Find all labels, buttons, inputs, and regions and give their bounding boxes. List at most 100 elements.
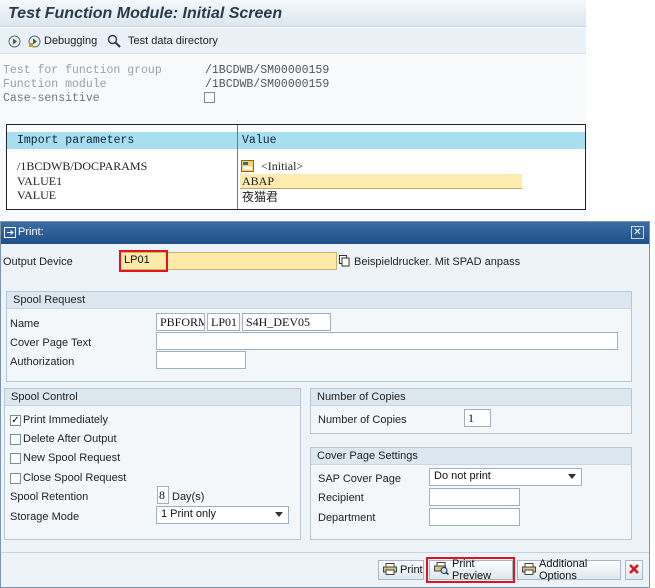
test-data-directory-label: Test data directory (128, 35, 218, 47)
sap-cover-page-label: SAP Cover Page (318, 473, 401, 485)
dialog-title-bar: Print: ✕ (1, 222, 649, 244)
spool-retention-unit: Day(s) (172, 491, 205, 503)
new-spool-request-label: New Spool Request (23, 452, 121, 464)
param-name: VALUE1 (17, 174, 63, 188)
name-part-input[interactable]: S4H_DEV05 (242, 313, 331, 331)
name-part-value: S4H_DEV05 (246, 315, 311, 329)
storage-mode-select[interactable]: 1 Print only (156, 506, 289, 524)
group-header: Number of Copies (311, 389, 631, 406)
structure-icon[interactable] (241, 160, 254, 172)
close-spool-request-label: Close Spool Request (23, 472, 127, 484)
cancel-button[interactable] (625, 560, 643, 580)
authorization-label: Authorization (10, 356, 75, 368)
output-device-description: Beispieldrucker. Mit SPAD anpass (354, 256, 521, 268)
output-device-highlight (119, 250, 168, 272)
name-part-input[interactable]: LP01 (207, 313, 240, 331)
name-part-value: PBFORM (160, 315, 205, 329)
sap-cover-page-value: Do not print (434, 470, 491, 482)
copies-input[interactable]: 1 (464, 409, 491, 427)
column-header-import: Import parameters (17, 134, 135, 147)
cover-page-settings-header: Cover Page Settings (317, 450, 418, 462)
window-title-bar: Test Function Module: Initial Screen (0, 0, 586, 27)
cancel-icon (628, 563, 640, 578)
function-module-label: Function module (3, 78, 107, 91)
debug-icon (27, 34, 41, 48)
dialog-close-button[interactable]: ✕ (631, 226, 644, 239)
new-spool-request-checkbox[interactable] (10, 453, 21, 464)
close-icon: ✕ (633, 227, 642, 238)
magnifier-icon (107, 34, 121, 48)
footer-divider (1, 552, 649, 553)
storage-mode-value: 1 Print only (161, 508, 217, 520)
dialog-title: Print: (18, 226, 44, 238)
window-title: Test Function Module: Initial Screen (8, 5, 283, 22)
print-preview-highlight (426, 557, 515, 583)
cover-page-settings-group: Cover Page Settings SAP Cover Page Do no… (310, 447, 632, 540)
additional-options-button-label: Additional Options (539, 558, 588, 582)
spool-retention-label: Spool Retention (10, 491, 89, 503)
param-name: /1BCDWB/DOCPARAMS (17, 159, 148, 173)
name-label: Name (10, 318, 40, 330)
recipient-input[interactable] (429, 488, 520, 506)
options-printer-icon (522, 562, 536, 578)
column-divider (237, 125, 238, 209)
spool-control-group: Spool Control ✓ Print Immediately Delete… (4, 388, 301, 540)
column-header-value: Value (242, 134, 277, 147)
output-device-label: Output Device (3, 256, 73, 268)
param-name: VALUE (17, 188, 57, 202)
spool-request-group: Spool Request Name PBFORM LP01 S4H_DEV05… (6, 291, 632, 382)
execute-button[interactable] (7, 34, 21, 48)
test-data-directory-button[interactable]: Test data directory (107, 34, 218, 48)
param-value: ABAP (242, 174, 275, 188)
print-button[interactable]: Print (378, 560, 424, 580)
debugging-label: Debugging (44, 35, 98, 47)
spool-request-header: Spool Request (13, 294, 86, 306)
case-sensitive-label: Case-sensitive (3, 92, 100, 105)
copies-label: Number of Copies (318, 414, 407, 426)
function-group-value: /1BCDWB/SM00000159 (205, 64, 330, 77)
group-header: Cover Page Settings (311, 448, 631, 465)
param-value: <Initial> (261, 159, 304, 173)
recipient-label: Recipient (318, 492, 364, 504)
case-sensitive-checkbox[interactable] (204, 92, 215, 103)
function-module-value: /1BCDWB/SM00000159 (205, 78, 330, 91)
dropdown-arrow-icon (568, 474, 576, 479)
authorization-input[interactable] (156, 351, 246, 369)
spool-control-header: Spool Control (11, 391, 78, 403)
storage-mode-label: Storage Mode (10, 511, 80, 523)
printer-icon (383, 562, 397, 578)
table-header: Import parameters Value (7, 132, 585, 149)
delete-after-output-label: Delete After Output (23, 433, 117, 445)
print-dialog-icon (4, 227, 16, 241)
cover-page-text-input[interactable] (156, 332, 618, 350)
debugging-button[interactable]: Debugging (27, 34, 97, 48)
copies-header: Number of Copies (317, 391, 406, 403)
delete-after-output-checkbox[interactable] (10, 434, 21, 445)
print-immediately-checkbox[interactable]: ✓ (10, 415, 21, 426)
group-header: Spool Control (5, 389, 300, 406)
spool-retention-value: 8 (159, 488, 165, 502)
print-immediately-label: Print Immediately (23, 414, 108, 426)
dropdown-arrow-icon (275, 512, 283, 517)
param-value: 夜猫君 (242, 190, 279, 204)
execute-icon (7, 34, 21, 48)
function-group-label: Test for function group (3, 64, 162, 77)
import-parameters-table: Import parameters Value /1BCDWB/DOCPARAM… (6, 124, 586, 210)
number-of-copies-group: Number of Copies Number of Copies 1 (310, 388, 632, 434)
check-icon: ✓ (11, 415, 20, 426)
value-help-icon[interactable] (339, 255, 350, 267)
additional-options-button[interactable]: Additional Options (517, 558, 621, 582)
print-button-label: Print (400, 564, 423, 576)
value1-input[interactable]: ABAP (240, 174, 522, 189)
department-label: Department (318, 512, 376, 524)
print-dialog: Print: ✕ Output Device LP01 Beispieldruc… (0, 221, 650, 588)
department-input[interactable] (429, 508, 520, 526)
spool-retention-input[interactable]: 8 (157, 486, 169, 504)
group-header: Spool Request (7, 292, 631, 309)
close-spool-request-checkbox[interactable] (10, 473, 21, 484)
name-part-input[interactable]: PBFORM (156, 313, 205, 331)
application-toolbar: Debugging Test data directory (0, 28, 586, 54)
sap-cover-page-select[interactable]: Do not print (429, 468, 582, 486)
cover-page-text-label: Cover Page Text (10, 337, 92, 349)
name-part-value: LP01 (211, 315, 238, 329)
